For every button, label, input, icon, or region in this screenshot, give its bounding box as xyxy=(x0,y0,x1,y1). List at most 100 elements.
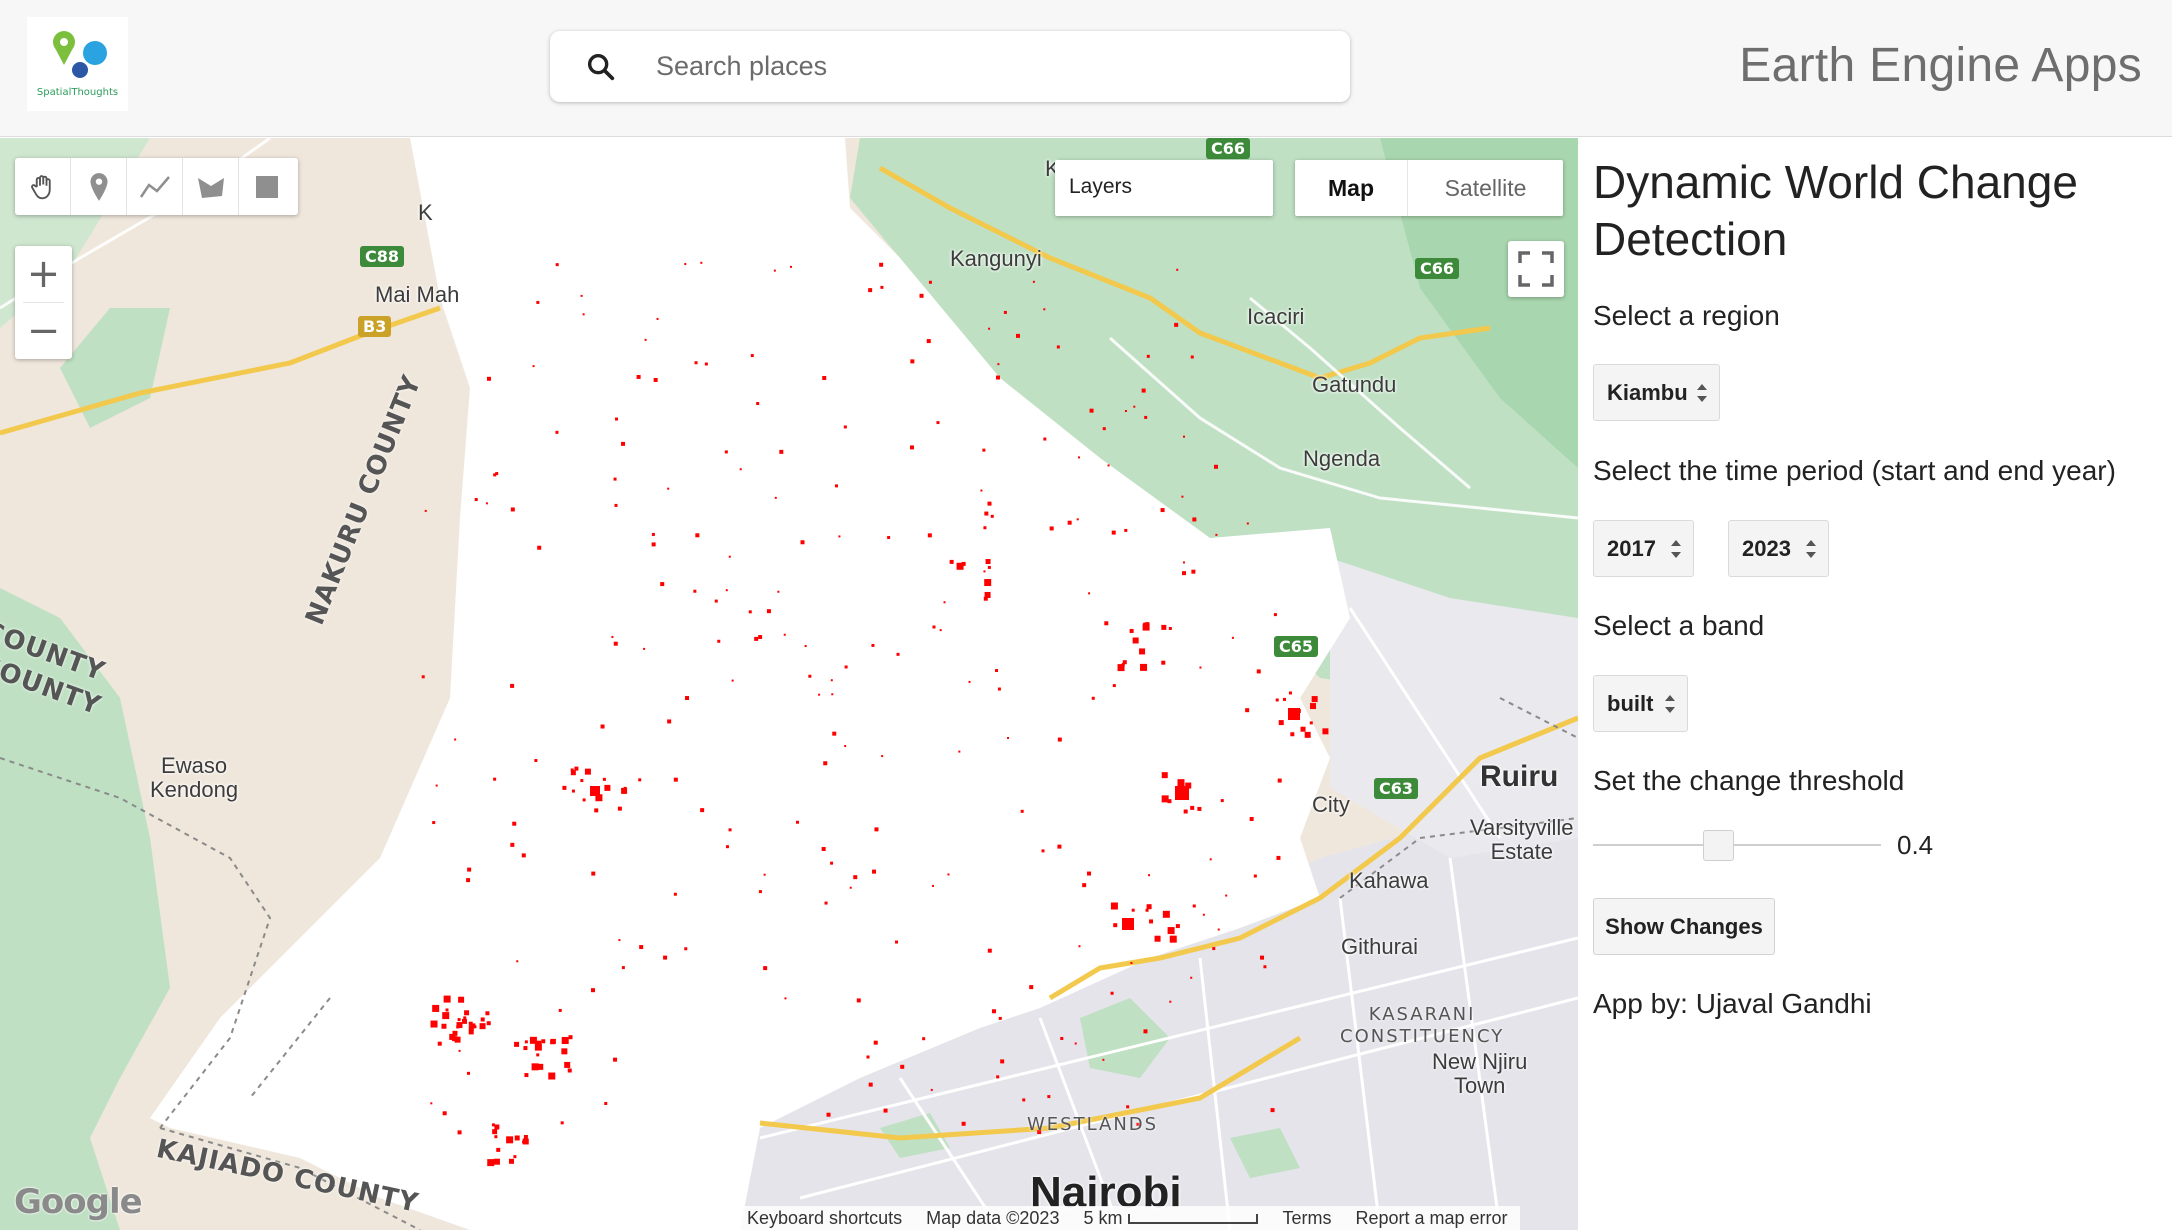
change-pixel xyxy=(486,376,491,381)
search-input[interactable] xyxy=(656,45,1316,87)
change-pixel xyxy=(534,1043,542,1051)
change-pixel xyxy=(510,842,515,847)
change-pixel xyxy=(932,625,936,629)
change-pixel xyxy=(1300,726,1306,732)
change-pixel xyxy=(506,1136,514,1144)
change-pixel xyxy=(997,363,1000,366)
change-pixel xyxy=(656,317,659,320)
place-label-githurai: Githurai xyxy=(1341,934,1419,959)
change-pixel xyxy=(638,778,642,782)
change-pixel xyxy=(947,873,950,876)
change-pixel xyxy=(868,1082,873,1087)
change-pixel xyxy=(457,1018,461,1022)
hand-icon[interactable] xyxy=(15,158,71,215)
marker-icon[interactable] xyxy=(71,158,127,215)
change-pixel xyxy=(879,262,884,267)
change-pixel xyxy=(464,1010,470,1016)
rectangle-icon[interactable] xyxy=(239,158,295,215)
scale-indicator[interactable]: 5 km xyxy=(1071,1208,1270,1229)
polygon-icon[interactable] xyxy=(183,158,239,215)
change-pixel xyxy=(895,940,899,944)
end-year-select[interactable]: 2023 xyxy=(1728,520,1829,577)
change-pixel xyxy=(485,1011,490,1016)
start-year-select[interactable]: 2017 xyxy=(1593,520,1694,577)
select-arrows-icon xyxy=(1665,695,1675,713)
change-pixel xyxy=(824,901,828,905)
map-canvas[interactable]: Kangunyi Icaciri Gatundu Ngenda Mai Mah … xyxy=(0,138,1578,1230)
change-pixel xyxy=(564,1061,571,1068)
change-pixel xyxy=(774,496,777,499)
change-pixel xyxy=(1283,697,1287,701)
change-pixel xyxy=(667,487,670,490)
change-pixel xyxy=(1032,280,1035,283)
change-pixel xyxy=(1220,799,1224,803)
change-pixel xyxy=(830,861,834,865)
change-pixel xyxy=(984,591,991,598)
change-pixel xyxy=(486,1021,491,1026)
change-pixel xyxy=(961,1121,966,1126)
change-pixel xyxy=(985,559,991,565)
change-pixel xyxy=(548,1072,556,1080)
change-pixel xyxy=(600,724,605,729)
line-icon[interactable] xyxy=(127,158,183,215)
change-pixel xyxy=(561,1037,569,1045)
map-attribution: Keyboard shortcuts Map data ©2023 5 km T… xyxy=(725,1206,1520,1230)
change-pixel xyxy=(536,1053,540,1057)
change-pixel xyxy=(758,635,763,640)
change-pixel xyxy=(1091,696,1095,700)
change-pixel xyxy=(700,808,705,813)
change-pixel xyxy=(834,484,838,488)
change-pixel xyxy=(473,1025,477,1029)
threshold-slider-thumb[interactable] xyxy=(1702,830,1734,861)
change-pixel xyxy=(614,503,618,507)
search-icon[interactable] xyxy=(584,50,618,84)
region-select[interactable]: Kiambu xyxy=(1593,364,1720,421)
change-pixel xyxy=(1167,927,1175,935)
band-select[interactable]: built xyxy=(1593,675,1688,732)
map-type-satellite-button[interactable]: Satellite xyxy=(1407,160,1563,216)
change-pixel xyxy=(1263,965,1267,969)
change-pixel xyxy=(508,1158,514,1164)
change-pixel xyxy=(909,445,914,450)
change-pixel xyxy=(1076,518,1079,521)
change-pixel xyxy=(1246,522,1249,525)
keyboard-shortcuts-link[interactable]: Keyboard shortcuts xyxy=(735,1208,914,1229)
change-pixel xyxy=(555,430,559,434)
map-type-map-button[interactable]: Map xyxy=(1295,160,1407,216)
zoom-out-button[interactable]: − xyxy=(15,303,72,359)
change-pixel xyxy=(523,1046,528,1051)
change-pixel xyxy=(804,644,807,647)
change-pixel xyxy=(983,570,986,573)
change-pixel xyxy=(919,293,924,298)
change-pixel xyxy=(510,683,515,688)
change-pixel xyxy=(1191,569,1196,574)
fullscreen-button[interactable] xyxy=(1508,241,1564,297)
zoom-in-button[interactable]: + xyxy=(15,246,72,302)
road-shield-c88: C88 xyxy=(360,246,405,267)
spatialthoughts-logo[interactable]: SpatialThoughts xyxy=(27,17,128,111)
search-box[interactable] xyxy=(550,31,1350,102)
threshold-slider-track[interactable] xyxy=(1593,844,1881,846)
district-label-westlands: WESTLANDS xyxy=(1027,1114,1159,1135)
change-pixel xyxy=(513,1155,517,1159)
change-pixel xyxy=(1112,684,1116,688)
change-pixel xyxy=(1192,517,1197,522)
threshold-label: Set the change threshold xyxy=(1593,765,1905,796)
change-pixel xyxy=(1077,456,1080,459)
change-pixel xyxy=(591,871,596,876)
change-pixel xyxy=(1161,795,1169,803)
change-pixel xyxy=(1181,495,1184,498)
change-pixel xyxy=(485,502,488,505)
layers-button[interactable]: Layers xyxy=(1055,160,1273,216)
report-map-error-link[interactable]: Report a map error xyxy=(1343,1208,1519,1229)
change-pixel xyxy=(922,1037,926,1041)
change-pixel xyxy=(1249,816,1254,821)
change-pixel xyxy=(1190,355,1194,359)
change-pixel xyxy=(492,1129,498,1135)
change-detection-layer xyxy=(421,261,1329,1167)
terms-link[interactable]: Terms xyxy=(1270,1208,1343,1229)
change-pixel xyxy=(800,540,805,545)
show-changes-button[interactable]: Show Changes xyxy=(1593,898,1775,955)
change-pixel xyxy=(1288,691,1292,695)
change-pixel xyxy=(623,786,627,790)
